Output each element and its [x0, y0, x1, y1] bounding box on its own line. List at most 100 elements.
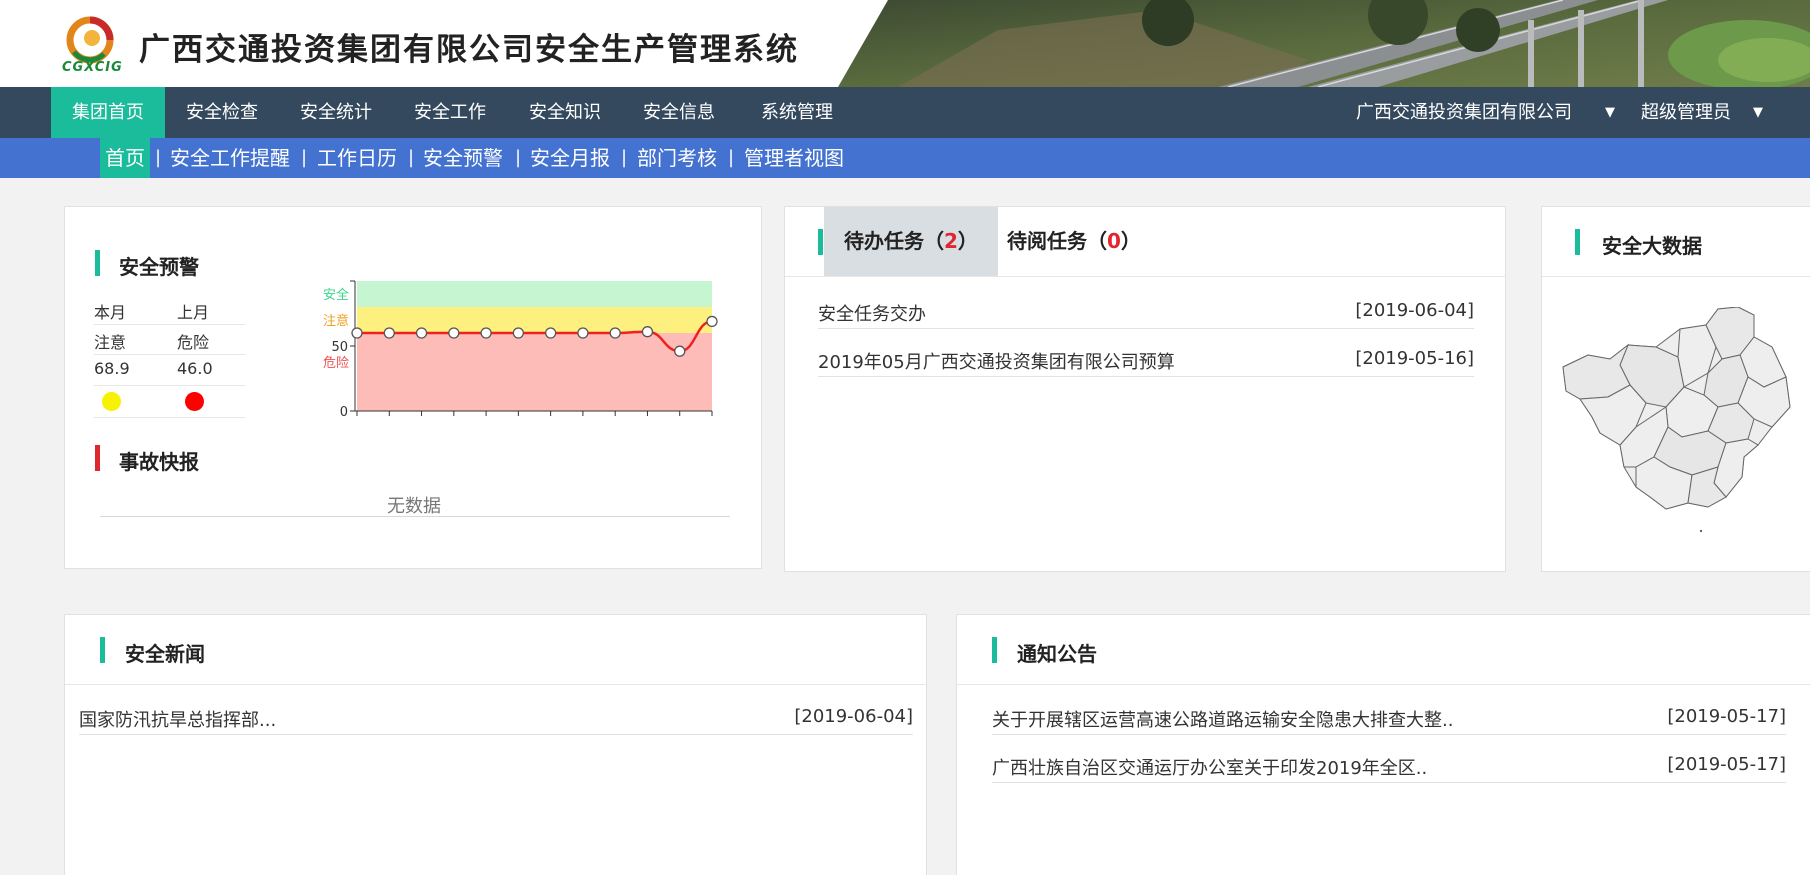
chart-point — [383, 327, 395, 339]
tab-to-read-label: 待阅任务 — [1007, 229, 1087, 253]
tab-to-read-count: 0 — [1107, 229, 1121, 253]
section-marker — [992, 637, 997, 663]
subnav-separator: | — [408, 147, 415, 168]
company-caret-icon[interactable]: ▼ — [1605, 87, 1615, 138]
safety-warning-title: 安全预警 — [119, 255, 199, 279]
divider — [94, 417, 245, 418]
logo-text: CGXCIG — [62, 60, 123, 75]
warn-score-last-month: 46.0 — [177, 359, 213, 378]
chart-point — [351, 327, 363, 339]
section-marker — [95, 445, 100, 471]
safety-warning-panel: 安全预警 本月 上月 注意 危险 68.9 46.0 安全 注意 危险 0 50 事故快… — [64, 206, 762, 569]
guangxi-map[interactable] — [1558, 307, 1794, 537]
subnav-safety-warning[interactable]: 安全预警 — [423, 138, 503, 178]
big-data-header: 安全大数据 — [1542, 207, 1810, 277]
chart-point — [641, 326, 654, 338]
nav-item-info[interactable]: 安全信息 — [622, 87, 736, 138]
chart-point — [415, 327, 428, 339]
warn-col-this-month: 本月 — [94, 303, 127, 322]
status-dot-last-month — [185, 392, 204, 411]
nav-item-inspection[interactable]: 安全检查 — [165, 87, 279, 138]
chart-band-2 — [357, 333, 712, 411]
big-data-title: 安全大数据 — [1602, 234, 1702, 258]
company-selector[interactable]: 广西交通投资集团有限公司 — [1356, 87, 1572, 138]
notice-title[interactable]: 关于开展辖区运营高速公路道路运输安全隐患大排查大整.. — [992, 706, 1453, 732]
news-title[interactable]: 国家防汛抗旱总指挥部... — [79, 706, 276, 732]
nav-item-home[interactable]: 集团首页 — [51, 87, 165, 138]
chart-band-label: 安全 — [323, 287, 349, 303]
nav-item-knowledge[interactable]: 安全知识 — [508, 87, 622, 138]
warn-score-this-month: 68.9 — [94, 359, 130, 378]
subnav-home[interactable]: 首页 — [100, 138, 150, 178]
section-marker — [95, 250, 100, 276]
user-menu[interactable]: 超级管理员 — [1641, 87, 1731, 138]
warn-col-last-month: 上月 — [177, 303, 210, 322]
section-marker — [1575, 229, 1580, 255]
nav-item-statistics[interactable]: 安全统计 — [279, 87, 393, 138]
chart-point — [706, 315, 718, 328]
section-marker — [100, 637, 105, 663]
safety-news-title: 安全新闻 — [125, 642, 205, 666]
task-date: [2019-05-16] — [1355, 348, 1474, 369]
user-caret-icon[interactable]: ▼ — [1753, 87, 1763, 138]
subnav-separator: | — [301, 147, 308, 168]
chart-point — [577, 327, 589, 339]
nav-item-work[interactable]: 安全工作 — [393, 87, 507, 138]
notice-date: [2019-05-17] — [1667, 706, 1786, 727]
big-data-panel: 安全大数据 — [1541, 206, 1810, 572]
notice-date: [2019-05-17] — [1667, 754, 1786, 775]
section-marker — [818, 229, 823, 255]
chart-point — [544, 327, 557, 339]
subnav-dept-assessment[interactable]: 部门考核 — [637, 138, 717, 178]
tab-todo-count: 2 — [944, 229, 958, 253]
nav-item-system[interactable]: 系统管理 — [736, 87, 858, 138]
tab-todo[interactable]: 待办任务（2） — [824, 207, 998, 276]
tasks-header: 待办任务（2） 待阅任务（0） — [785, 207, 1505, 277]
notices-panel: 通知公告 关于开展辖区运营高速公路道路运输安全隐患大排查大整.. [2019-0… — [956, 614, 1810, 875]
sub-nav: 首页 | 安全工作提醒 | 工作日历 | 安全预警 | 安全月报 | 部门考核 … — [0, 138, 1810, 178]
no-data-text: 无数据 — [387, 496, 441, 517]
chart-point — [609, 327, 621, 339]
chart-band-label: 注意 — [323, 313, 349, 329]
subnav-separator: | — [728, 147, 735, 168]
list-item[interactable]: 关于开展辖区运营高速公路道路运输安全隐患大排查大整.. [2019-05-17] — [992, 701, 1786, 735]
safety-trend-chart: 安全注意危险 0 50 — [323, 280, 718, 420]
chart-point — [674, 345, 686, 357]
list-item[interactable]: 2019年05月广西交通投资集团有限公司预算 [2019-05-16] — [818, 343, 1474, 377]
chart-band-label: 危险 — [323, 356, 349, 371]
divider — [94, 324, 245, 325]
notices-header: 通知公告 — [957, 615, 1810, 685]
chart-y-tick-label: 50 — [331, 340, 348, 355]
chart-band-1 — [357, 307, 712, 333]
tasks-panel: 待办任务（2） 待阅任务（0） 安全任务交办 [2019-06-04] 2019… — [784, 206, 1506, 572]
subnav-work-reminder[interactable]: 安全工作提醒 — [170, 138, 290, 178]
chart-point — [512, 327, 525, 339]
divider — [94, 385, 245, 386]
chart-y-tick-label: 0 — [340, 405, 348, 420]
subnav-manager-view[interactable]: 管理者视图 — [744, 138, 844, 178]
chart-band-0 — [357, 281, 712, 307]
tab-to-read[interactable]: 待阅任务（0） — [987, 207, 1161, 276]
app-title: 广西交通投资集团有限公司安全生产管理系统 — [139, 32, 799, 68]
status-dot-this-month — [102, 392, 121, 411]
task-title[interactable]: 2019年05月广西交通投资集团有限公司预算 — [818, 348, 1175, 374]
accident-report-title: 事故快报 — [119, 450, 199, 474]
task-title[interactable]: 安全任务交办 — [818, 300, 926, 326]
header-banner-image — [838, 0, 1810, 87]
list-item[interactable]: 广西壮族自治区交通运厅办公室关于印发2019年全区.. [2019-05-17] — [992, 749, 1786, 783]
notice-title[interactable]: 广西壮族自治区交通运厅办公室关于印发2019年全区.. — [992, 754, 1427, 780]
divider — [94, 354, 245, 355]
warn-status-last-month: 危险 — [177, 333, 210, 352]
list-item[interactable]: 安全任务交办 [2019-06-04] — [818, 295, 1474, 329]
chart-point — [448, 327, 460, 339]
subnav-monthly-report[interactable]: 安全月报 — [530, 138, 610, 178]
subnav-work-calendar[interactable]: 工作日历 — [317, 138, 397, 178]
notices-title: 通知公告 — [1017, 642, 1097, 666]
main-nav: 集团首页 安全检查 安全统计 安全工作 安全知识 安全信息 系统管理 广西交通投… — [0, 87, 1810, 138]
header: CGXCIG 广西交通投资集团有限公司安全生产管理系统 — [0, 0, 1810, 87]
subnav-separator: | — [155, 147, 162, 168]
warn-status-this-month: 注意 — [94, 333, 127, 352]
task-date: [2019-06-04] — [1355, 300, 1474, 321]
safety-news-panel: 安全新闻 国家防汛抗旱总指挥部... [2019-06-04] — [64, 614, 927, 875]
list-item[interactable]: 国家防汛抗旱总指挥部... [2019-06-04] — [79, 701, 913, 735]
